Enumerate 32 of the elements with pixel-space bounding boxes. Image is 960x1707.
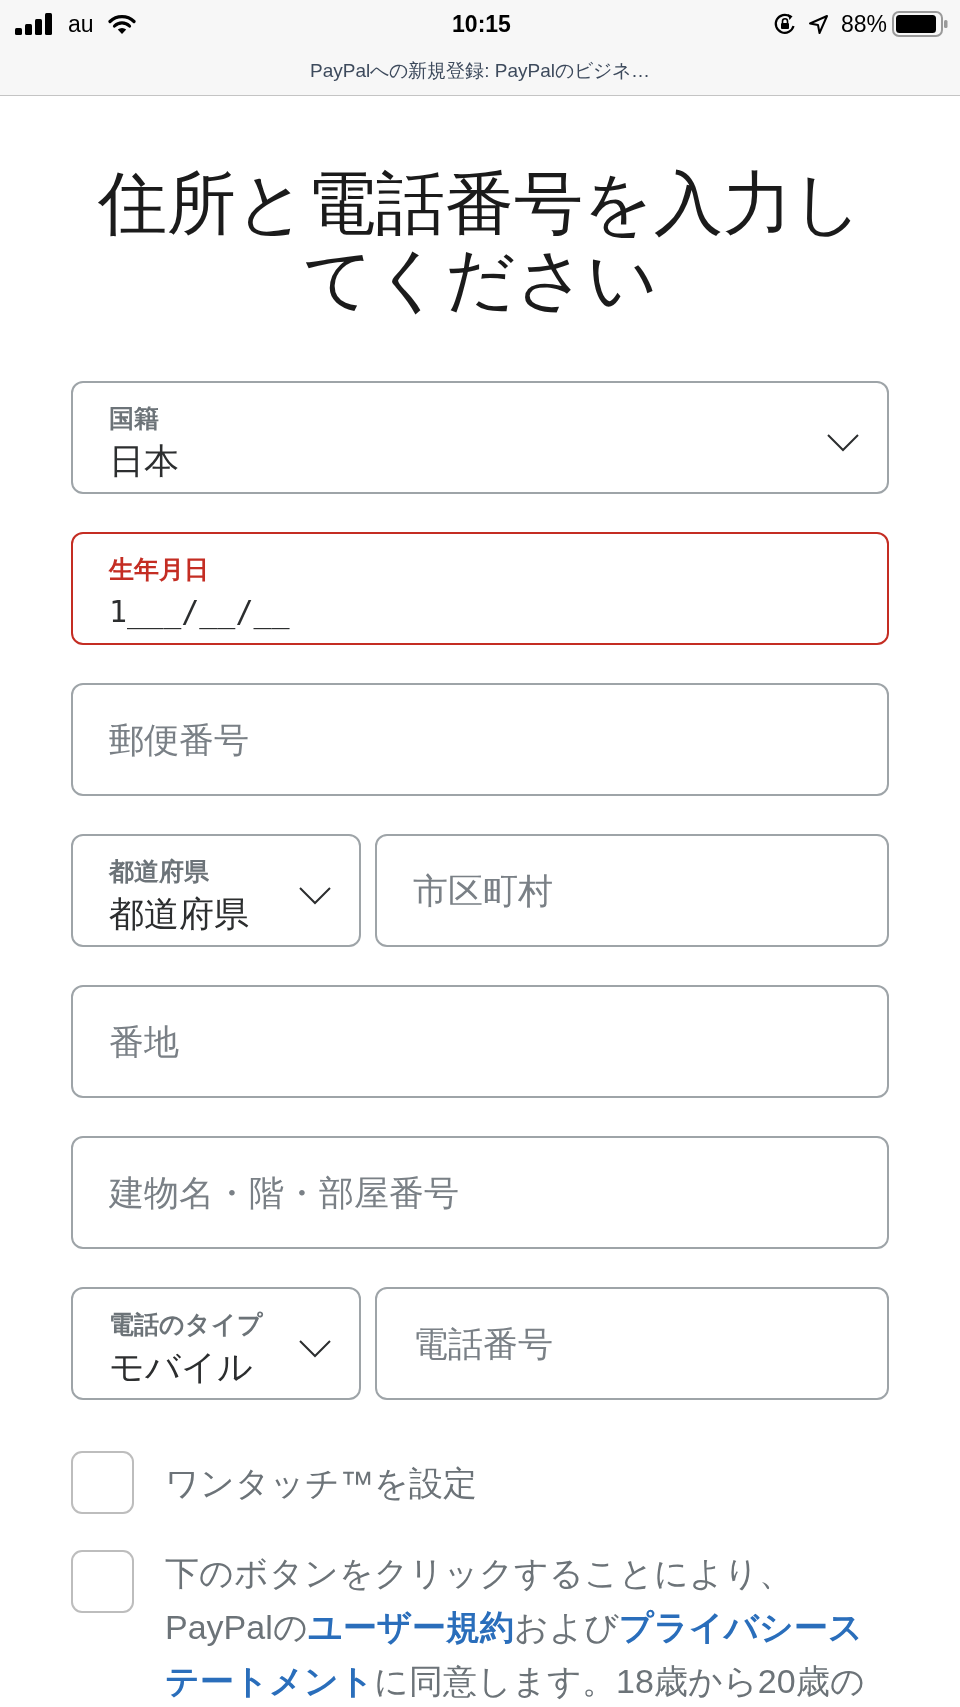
checkbox-label: ワンタッチ™を設定 <box>165 1462 477 1504</box>
checkbox[interactable] <box>71 1451 134 1514</box>
text-link[interactable]: テートメント <box>165 1662 374 1700</box>
field-label: 都道府県 <box>109 856 209 887</box>
page-heading: 住所と電話番号を入力してください <box>96 166 864 318</box>
page-title: PayPalへの新規登録: PayPalのビジネ… <box>309 59 651 83</box>
location-arrow-icon <box>807 13 829 35</box>
dropdown-field[interactable]: 国籍 日本 <box>71 381 889 494</box>
chevron-down-icon <box>299 1340 331 1358</box>
text-link[interactable]: プライバシース <box>618 1608 863 1646</box>
input-field[interactable]: 市区町村 <box>375 834 889 947</box>
input-field[interactable]: 生年月日 1___/__/__ <box>71 532 889 645</box>
status-time: 10:15 <box>452 10 511 38</box>
chevron-down-icon <box>827 434 859 452</box>
input-field[interactable]: 電話番号 <box>375 1287 889 1400</box>
signal-bars-icon <box>15 13 52 35</box>
chevron-down-icon <box>299 887 331 905</box>
checkbox[interactable] <box>71 1550 134 1613</box>
wifi-icon <box>107 14 136 34</box>
field-label: 電話のタイプ <box>109 1309 263 1340</box>
battery-icon <box>892 11 948 37</box>
input-field[interactable]: 番地 <box>71 985 889 1098</box>
agreement-text: 下のボタンをクリックすることにより、 PayPalのユーザー規約およびプライバシース テートメント に同意します。18歳から20歳の <box>165 1553 865 1702</box>
dropdown-field[interactable]: 都道府県 都道府県 <box>71 834 361 947</box>
dropdown-field[interactable]: 電話のタイプ モバイル <box>71 1287 361 1400</box>
field-label: 生年月日 <box>109 554 209 585</box>
field-label: 国籍 <box>109 403 159 434</box>
orientation-lock-icon <box>772 12 797 36</box>
battery-percent: 88% <box>840 10 887 38</box>
text-link[interactable]: ユーザー規約 <box>307 1608 514 1646</box>
input-field[interactable]: 郵便番号 <box>71 683 889 796</box>
carrier-name: au <box>68 10 94 38</box>
